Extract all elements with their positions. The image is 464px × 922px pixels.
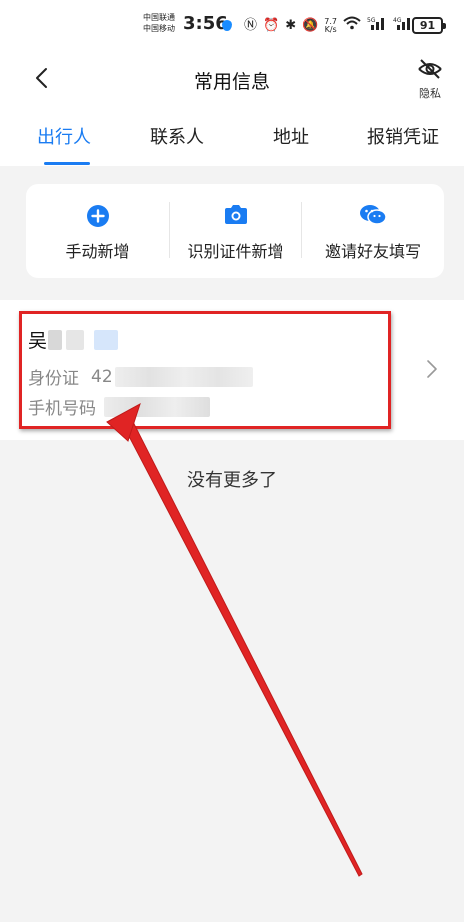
privacy-button[interactable]: 隐私: [410, 58, 450, 101]
tab-reimbursement[interactable]: 报销凭证: [367, 123, 439, 149]
signal-4g-icon: 4G: [393, 16, 413, 35]
system-icons: Ⓝ ⏰ ✱ 🔕 7.7 K/s 5G 4G: [244, 16, 413, 35]
tab-address[interactable]: 地址: [273, 123, 309, 149]
signal-5g-icon: 5G: [367, 16, 387, 35]
manual-add-label: 手动新增: [65, 242, 130, 261]
scan-id-add-button[interactable]: 识别证件新增: [170, 184, 301, 278]
nav-bar: 常用信息 隐私: [0, 48, 464, 110]
carrier-2: 中国移动: [143, 24, 175, 33]
nfc-icon: Ⓝ: [244, 17, 258, 33]
no-more-text: 没有更多了: [187, 470, 277, 491]
privacy-label: 隐私: [419, 87, 441, 100]
scan-id-add-label: 识别证件新增: [187, 242, 284, 261]
network-speed: 7.7 K/s: [324, 16, 338, 34]
eye-off-icon: [418, 59, 442, 79]
chevron-right-icon: [424, 358, 440, 380]
bluetooth-icon: ✱: [285, 17, 297, 33]
camera-icon: [223, 204, 249, 230]
annotation-highlight-box: [19, 311, 391, 429]
mute-icon: 🔕: [302, 17, 319, 33]
status-bar: 中国联通 中国移动 3:56 Ⓝ ⏰ ✱ 🔕 7.7 K/s 5G 4G 91: [0, 0, 464, 48]
invite-friend-label: 邀请好友填写: [324, 242, 421, 261]
manual-add-button[interactable]: 手动新增: [26, 184, 169, 278]
tab-travelers[interactable]: 出行人: [37, 123, 91, 149]
tab-bar: 出行人 联系人 地址 报销凭证: [0, 110, 464, 166]
carrier-1: 中国联通: [143, 13, 175, 22]
wifi-icon: [343, 16, 361, 35]
tab-contacts[interactable]: 联系人: [150, 123, 204, 149]
svg-text:4G: 4G: [393, 17, 402, 24]
battery-icon: 91: [412, 17, 446, 34]
carrier-info: 中国联通 中国移动: [143, 12, 175, 34]
page-title: 常用信息: [193, 71, 270, 93]
svg-text:5G: 5G: [367, 17, 376, 24]
add-traveler-card: 手动新增 识别证件新增 邀请好友填写: [26, 184, 444, 278]
alarm-icon: ⏰: [263, 17, 280, 33]
wechat-icon: [359, 204, 387, 230]
invite-friend-button[interactable]: 邀请好友填写: [302, 184, 444, 278]
active-tab-indicator: [44, 162, 90, 165]
plus-circle-icon: [86, 204, 110, 232]
security-shield-icon: [222, 20, 232, 31]
